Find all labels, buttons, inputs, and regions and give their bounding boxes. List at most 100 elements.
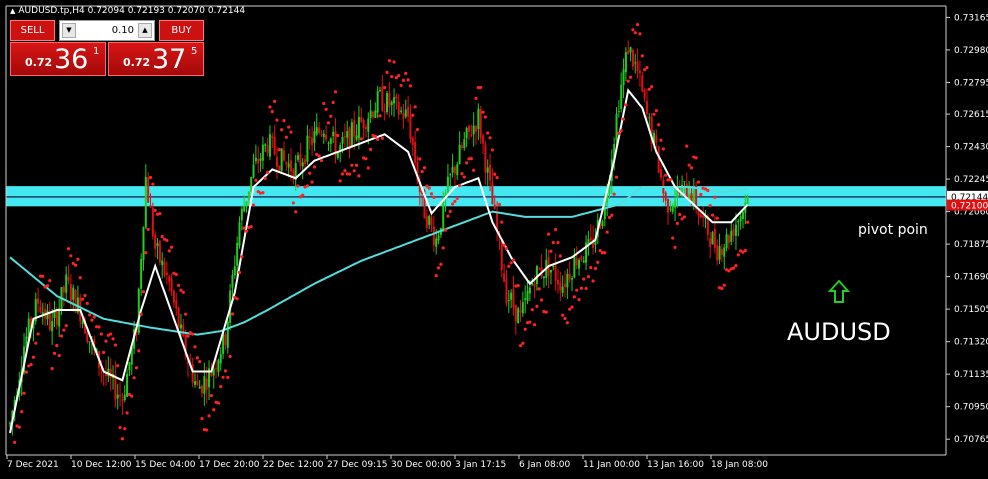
candle-body (362, 120, 365, 129)
sar-dot (624, 103, 628, 107)
buy-button[interactable]: BUY (159, 20, 204, 41)
sar-dot (530, 308, 534, 312)
sar-dot (76, 257, 80, 261)
candle-body (624, 52, 627, 73)
candle-body (709, 238, 712, 247)
sar-dot (244, 229, 249, 233)
candle-body (53, 311, 56, 319)
second-price-label: 0.72100 (951, 202, 988, 212)
candle-body (556, 279, 559, 285)
sar-dot (193, 345, 197, 349)
collapse-triangle-icon[interactable]: ▲ (10, 7, 15, 15)
sar-dot (436, 266, 441, 270)
sar-dot (251, 203, 256, 207)
candle-body (737, 221, 740, 223)
sar-dot (29, 362, 33, 367)
sar-dot (413, 105, 417, 109)
sar-dot (263, 176, 267, 180)
candle-body (69, 284, 72, 301)
candle-body (453, 166, 456, 174)
candle-body (81, 320, 84, 325)
sar-dot (329, 114, 333, 118)
sar-dot (640, 54, 644, 58)
candle-body (489, 164, 492, 181)
sar-dot (678, 212, 682, 217)
candle-body (259, 158, 262, 161)
sar-dot (401, 78, 406, 82)
candle-body (273, 136, 276, 155)
candle-body (685, 183, 688, 197)
sar-dot (617, 131, 621, 135)
sar-dot (195, 356, 199, 360)
pivot-point-label: pivot poin (858, 222, 928, 238)
candle-body (409, 116, 412, 140)
sar-dot (605, 230, 609, 234)
x-tick-label: 22 Dec 12:00 (263, 460, 324, 470)
sar-dot (380, 136, 384, 140)
candle-body (154, 234, 157, 249)
candle-body (170, 278, 173, 292)
candle-body (287, 163, 290, 168)
candle-body (320, 133, 323, 135)
sar-dot (638, 32, 642, 36)
sar-dot (390, 75, 394, 79)
lot-decrease-icon[interactable]: ▼ (62, 23, 76, 38)
sar-dot (500, 220, 504, 224)
candle-body (285, 162, 288, 165)
candle-body (683, 181, 686, 183)
sar-dot (539, 298, 544, 302)
lot-size-input[interactable] (78, 23, 134, 38)
candle-body (404, 109, 407, 117)
candle-body (282, 150, 285, 161)
candle-body (67, 277, 70, 281)
sar-dot (406, 78, 410, 82)
candle-body (355, 135, 358, 140)
sar-dot (144, 251, 148, 255)
lot-increase-icon[interactable]: ▲ (138, 23, 152, 38)
candle-body (172, 290, 175, 303)
candle-body (500, 240, 503, 271)
sar-dot (109, 332, 113, 336)
candle-body (341, 136, 344, 144)
y-tick-label: 0.71320 (954, 338, 988, 348)
candle-body (233, 266, 236, 276)
candle-body (507, 300, 510, 302)
sar-dot (326, 121, 331, 125)
sar-dot (277, 148, 281, 152)
candle-body (72, 287, 75, 300)
candle-body (573, 256, 576, 278)
candle-body (669, 208, 672, 210)
sar-dot (743, 248, 747, 253)
sar-dot (125, 411, 129, 415)
candle-body (470, 134, 473, 136)
candle-body (634, 62, 637, 64)
candle-body (165, 272, 168, 275)
sell-button[interactable]: SELL (10, 20, 55, 41)
candle-body (243, 205, 246, 212)
sell-price-prefix: 0.72 (25, 56, 53, 69)
sar-dot (52, 351, 57, 355)
sar-dot (113, 343, 117, 347)
sar-dot (357, 174, 361, 178)
buy-price-box[interactable]: 0.72 37 5 (108, 42, 204, 76)
sar-dot (450, 202, 455, 206)
candle-body (168, 276, 171, 282)
sell-price-box[interactable]: 0.72 36 1 (10, 42, 106, 76)
candle-body (622, 69, 625, 86)
x-tick-label: 10 Dec 12:00 (71, 460, 132, 470)
candle-body (514, 304, 517, 322)
sar-dot (645, 66, 649, 70)
candle-body (671, 205, 674, 212)
sar-dot (36, 332, 40, 336)
sar-dot (181, 290, 185, 294)
x-tick-label: 6 Jan 08:00 (519, 460, 571, 470)
candle-body (175, 300, 178, 309)
candle-body (156, 243, 159, 246)
candle-body (528, 287, 531, 294)
buy-price-prefix: 0.72 (123, 56, 151, 69)
candle-body (203, 376, 206, 394)
sar-dot (633, 31, 637, 35)
sar-dot (647, 87, 651, 91)
sar-dot (291, 201, 295, 205)
sar-dot (230, 312, 235, 316)
